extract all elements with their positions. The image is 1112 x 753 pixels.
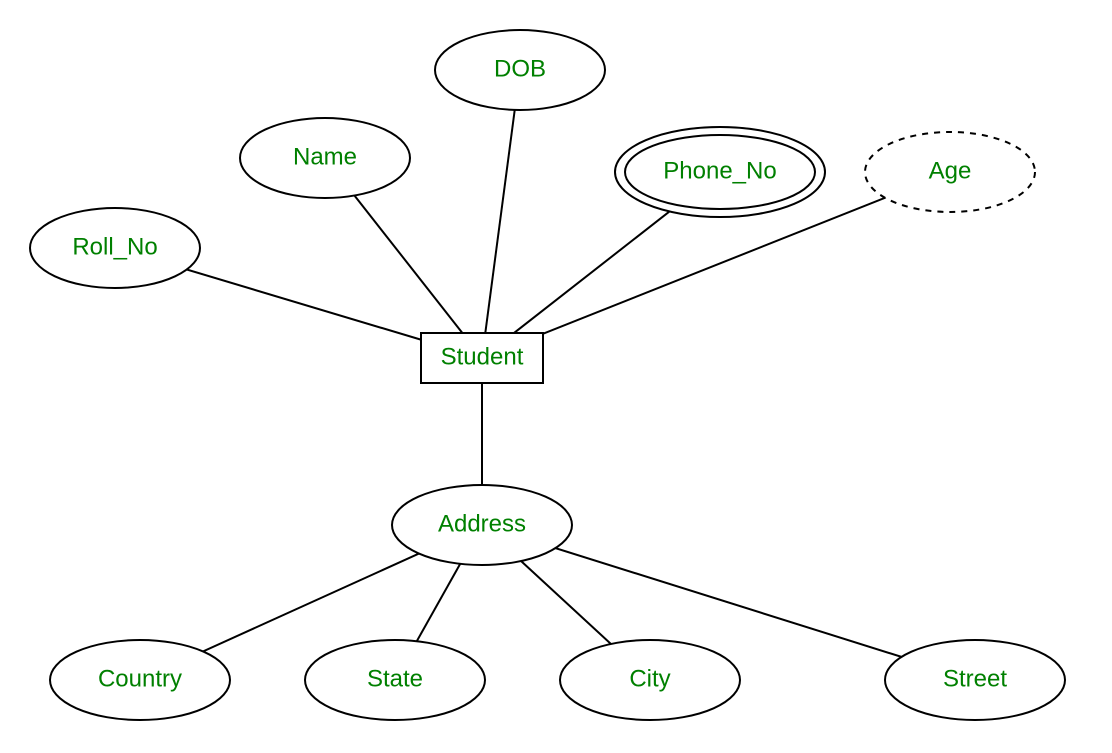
attribute-city-label: City (629, 665, 670, 692)
attribute-name-label: Name (293, 143, 357, 170)
attribute-rollno-label: Roll_No (72, 233, 157, 260)
attribute-country: Country (50, 640, 230, 720)
attribute-street: Street (885, 640, 1065, 720)
attribute-city: City (560, 640, 740, 720)
attribute-phoneno: Phone_No (615, 127, 825, 217)
attribute-age: Age (865, 132, 1035, 212)
attribute-rollno: Roll_No (30, 208, 200, 288)
attribute-street-label: Street (943, 665, 1007, 692)
er-diagram: Student Roll_No Name DOB Phone_No Age Ad… (0, 0, 1112, 753)
attribute-address-label: Address (438, 510, 526, 537)
attribute-country-label: Country (98, 665, 182, 692)
attribute-address: Address (392, 485, 572, 565)
attribute-state: State (305, 640, 485, 720)
entity-student: Student (421, 333, 543, 383)
edge-student-dob (482, 70, 520, 358)
entity-student-label: Student (441, 343, 524, 370)
attribute-name: Name (240, 118, 410, 198)
attribute-phoneno-label: Phone_No (663, 157, 776, 184)
attribute-dob: DOB (435, 30, 605, 110)
attribute-dob-label: DOB (494, 55, 546, 82)
attribute-age-label: Age (929, 157, 972, 184)
attribute-state-label: State (367, 665, 423, 692)
